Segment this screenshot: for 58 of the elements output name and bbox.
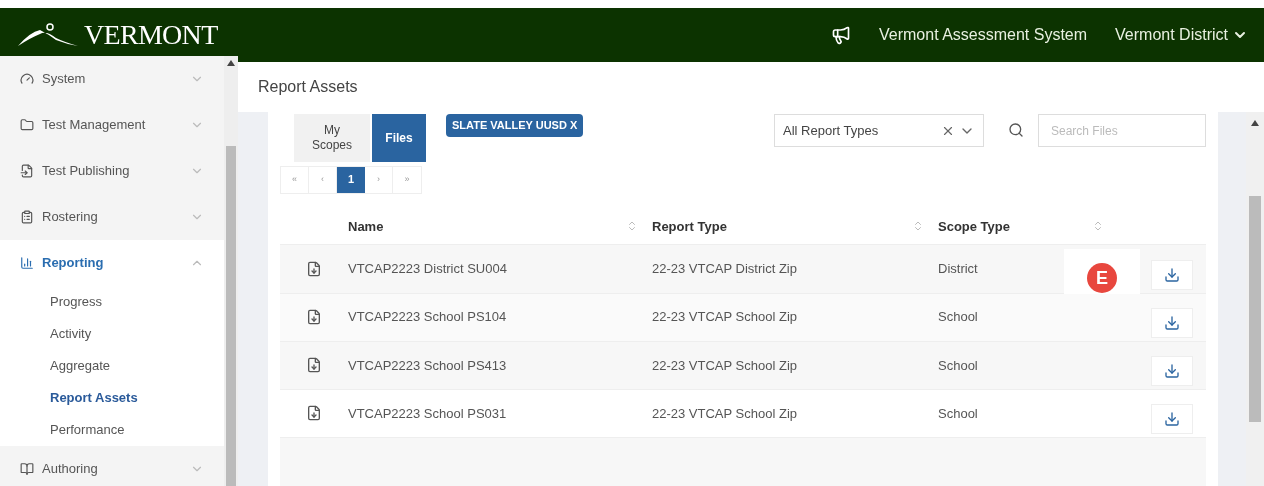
search-field[interactable]: Search Files bbox=[1038, 114, 1206, 147]
user-menu[interactable]: Vermont District bbox=[1115, 23, 1248, 47]
page-scrollbar[interactable] bbox=[1246, 112, 1264, 486]
app-title: Vermont Assessment System bbox=[879, 25, 1088, 45]
sort-icon[interactable] bbox=[626, 220, 638, 233]
file-icon bbox=[306, 357, 322, 374]
table-cell-text: VTCAP2223 School PS031 bbox=[348, 404, 508, 423]
megaphone-icon[interactable] bbox=[831, 25, 851, 45]
table-cell: District bbox=[938, 261, 978, 277]
download-button[interactable] bbox=[1151, 404, 1193, 435]
report-type-select[interactable]: All Report Types bbox=[774, 114, 984, 147]
table-cell: School bbox=[938, 405, 978, 421]
sidebar-item[interactable]: Authoring bbox=[0, 446, 224, 486]
scroll-up-icon[interactable] bbox=[227, 60, 235, 66]
page-button[interactable]: 1 bbox=[337, 166, 365, 193]
sidebar-item[interactable]: Test Publishing bbox=[0, 148, 224, 194]
sidebar-scrollbar[interactable] bbox=[224, 56, 238, 486]
table-cell-text: 22-23 VTCAP School Zip bbox=[652, 404, 798, 423]
table-cell: School bbox=[938, 309, 978, 325]
sort-icon[interactable] bbox=[912, 220, 924, 233]
column-header[interactable]: Name bbox=[348, 216, 626, 237]
view-toggle-tab[interactable]: Files bbox=[372, 114, 426, 162]
table-cell-text: VTCAP2223 District SU004 bbox=[348, 260, 508, 279]
page-title: Report Assets bbox=[258, 77, 358, 97]
table-cell: School bbox=[938, 357, 978, 373]
file-icon bbox=[306, 309, 322, 326]
file-icon bbox=[306, 405, 322, 422]
filter-chip[interactable]: SLATE VALLEY UUSD X bbox=[446, 114, 584, 137]
submenu-item[interactable]: Performance bbox=[0, 414, 224, 446]
column-header[interactable]: Scope Type bbox=[938, 216, 1092, 237]
download-icon bbox=[1164, 315, 1180, 332]
sort-icon[interactable] bbox=[1092, 220, 1104, 233]
submenu-item[interactable]: Progress bbox=[0, 286, 224, 318]
search-icon[interactable] bbox=[1008, 122, 1024, 138]
download-button[interactable] bbox=[1151, 260, 1193, 290]
table-cell-text: VTCAP2223 School PS104 bbox=[348, 308, 508, 327]
sidebar-item[interactable]: Reporting bbox=[0, 240, 224, 286]
table-cell-text: 22-23 VTCAP School Zip bbox=[652, 308, 798, 327]
scroll-up-icon[interactable] bbox=[1251, 120, 1259, 126]
download-button[interactable] bbox=[1151, 356, 1193, 387]
sidebar-item[interactable]: System bbox=[0, 56, 224, 102]
sidebar-item[interactable]: Test Management bbox=[0, 102, 224, 148]
sidebar-item[interactable]: Rostering bbox=[0, 194, 224, 240]
download-icon bbox=[1164, 267, 1180, 283]
table-cell-text: 22-23 VTCAP District Zip bbox=[652, 260, 798, 279]
submenu-item[interactable]: Aggregate bbox=[0, 350, 224, 382]
file-icon bbox=[306, 261, 322, 277]
view-toggle-tab[interactable]: My Scopes bbox=[294, 114, 370, 162]
submenu-item[interactable]: Report Assets bbox=[0, 382, 224, 414]
submenu-item[interactable]: Activity bbox=[0, 318, 224, 350]
download-button[interactable] bbox=[1151, 308, 1193, 339]
table-cell-text: VTCAP2223 School PS413 bbox=[348, 356, 508, 375]
column-header[interactable]: Report Type bbox=[652, 216, 912, 237]
download-icon bbox=[1164, 363, 1180, 380]
logo-text: VERMONT bbox=[84, 18, 218, 52]
extension-badge[interactable]: E bbox=[1087, 263, 1117, 294]
download-icon bbox=[1164, 411, 1180, 428]
table-cell-text: 22-23 VTCAP School Zip bbox=[652, 356, 798, 375]
